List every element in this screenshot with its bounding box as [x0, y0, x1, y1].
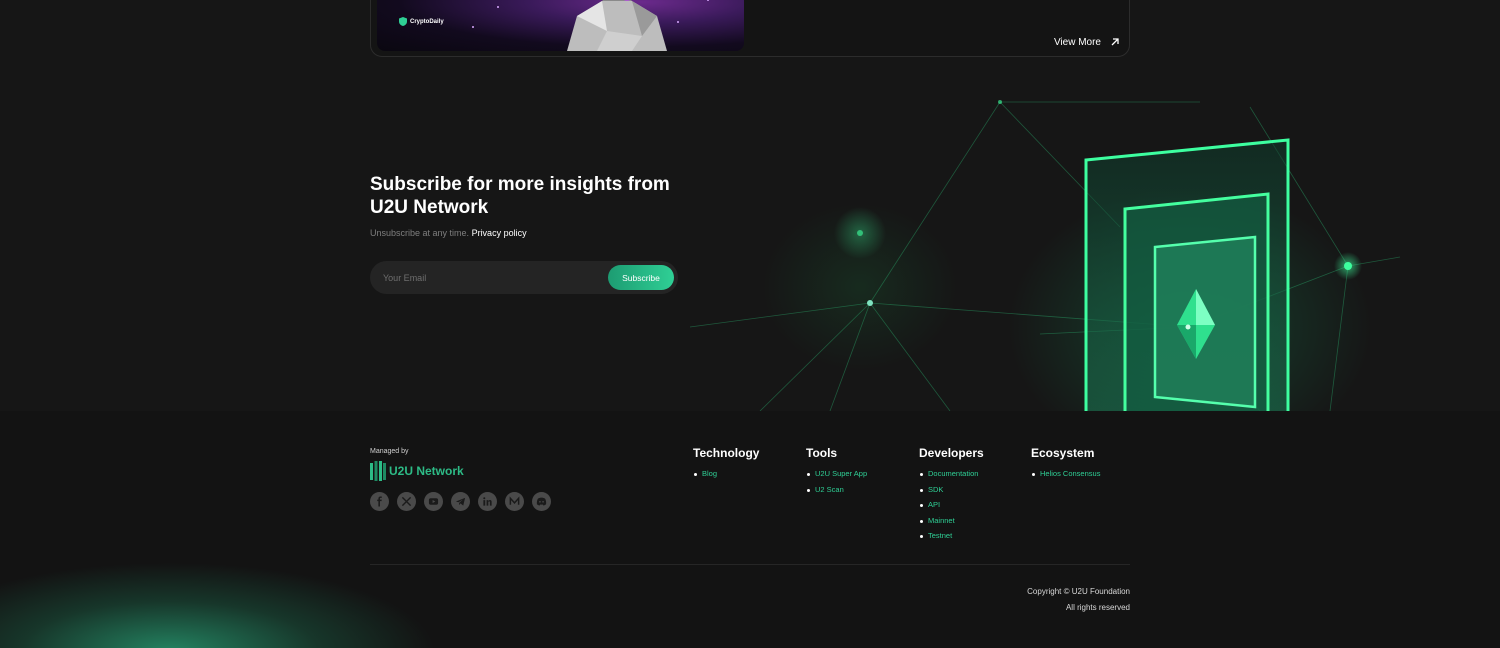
view-more-label: View More [1053, 36, 1101, 48]
subscribe-title: Subscribe for more insights from U2U Net… [370, 174, 670, 218]
copyright: Copyright © U2U Foundation All rights re… [1027, 584, 1130, 615]
u2u-logo[interactable]: U2U Network [370, 461, 464, 481]
column-title: Technology [693, 446, 760, 460]
medium-icon[interactable] [505, 492, 524, 511]
footer-link-blog[interactable]: Blog [693, 466, 759, 482]
subscribe-note: Unsubscribe at any time. Privacy policy [370, 228, 527, 238]
column-title: Ecosystem [1031, 446, 1095, 460]
footer-column-technology: Technology Blog [693, 446, 759, 482]
crypto-daily-logo: CryptoDaily [399, 17, 444, 26]
linkedin-icon[interactable] [478, 492, 497, 511]
shield-icon [399, 17, 407, 26]
footer-link-testnet[interactable]: Testnet [919, 528, 984, 544]
page: CryptoDaily View More Subscribe for more… [0, 0, 1500, 648]
discord-icon[interactable] [532, 492, 551, 511]
column-title: Developers [919, 446, 984, 460]
news-thumbnail[interactable]: CryptoDaily [377, 0, 744, 51]
email-input[interactable] [370, 261, 608, 294]
subscribe-form: Subscribe [370, 261, 678, 294]
column-title: Tools [806, 446, 838, 460]
footer-divider [370, 564, 1130, 565]
footer-column-tools: Tools U2U Super App U2 Scan [806, 446, 867, 497]
managed-by-label: Managed by [370, 448, 409, 455]
social-links [370, 492, 551, 511]
facebook-icon[interactable] [370, 492, 389, 511]
x-icon[interactable] [397, 492, 416, 511]
brand-name: U2U Network [389, 464, 464, 478]
footer-link-mainnet[interactable]: Mainnet [919, 513, 984, 529]
u2u-logo-icon [370, 461, 386, 481]
footer-column-developers: Developers Documentation SDK API Mainnet… [919, 446, 984, 544]
subscribe-button[interactable]: Subscribe [608, 265, 674, 290]
footer-link-helios-consensus[interactable]: Helios Consensus [1031, 466, 1100, 482]
network-portal-illustration [689, 100, 1401, 411]
telegram-icon[interactable] [451, 492, 470, 511]
footer: Managed by U2U Network Technology Blog T… [0, 411, 1500, 648]
youtube-icon[interactable] [424, 492, 443, 511]
news-card[interactable]: CryptoDaily View More [370, 0, 1130, 57]
footer-link-sdk[interactable]: SDK [919, 482, 984, 498]
copyright-line: Copyright © U2U Foundation [1027, 587, 1130, 596]
unsubscribe-text: Unsubscribe at any time. [370, 228, 470, 238]
footer-link-documentation[interactable]: Documentation [919, 466, 984, 482]
robot-illustration [567, 0, 667, 51]
footer-column-ecosystem: Ecosystem Helios Consensus [1031, 446, 1100, 482]
privacy-policy-link[interactable]: Privacy policy [472, 228, 527, 238]
footer-link-super-app[interactable]: U2U Super App [806, 466, 867, 482]
rights-line: All rights reserved [1065, 602, 1130, 612]
view-more-link[interactable]: View More [1054, 36, 1121, 48]
subscribe-section: Subscribe for more insights from U2U Net… [0, 57, 1500, 411]
footer-link-api[interactable]: API [919, 497, 984, 513]
footer-link-u2-scan[interactable]: U2 Scan [806, 482, 867, 498]
arrow-up-right-icon [1111, 38, 1119, 46]
